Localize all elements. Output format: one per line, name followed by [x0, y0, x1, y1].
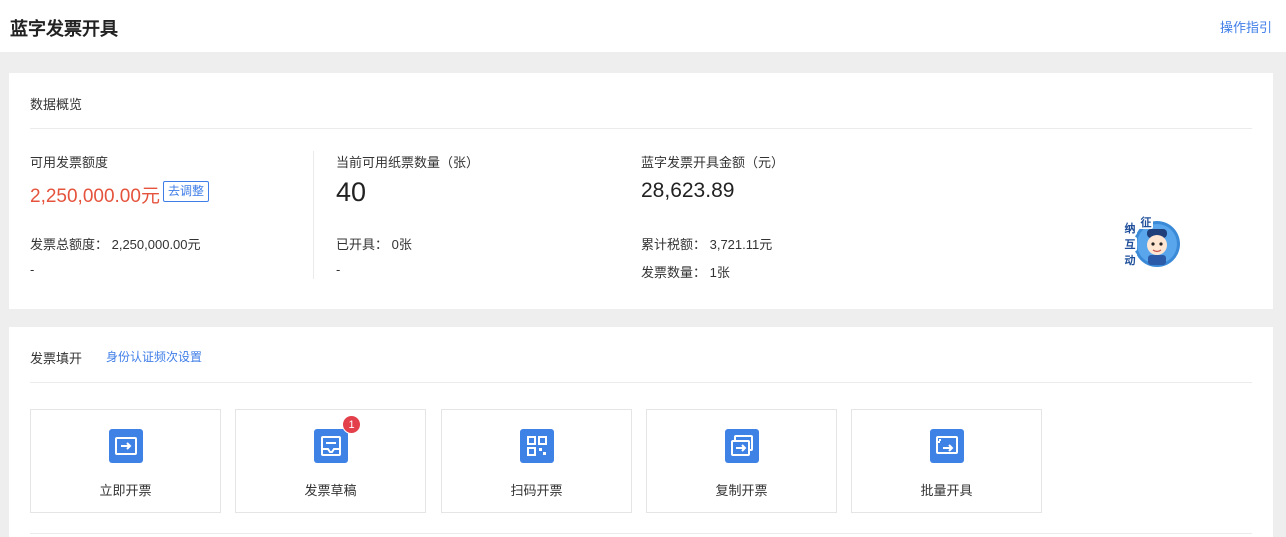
quota-label: 可用发票额度 — [30, 155, 109, 170]
paper-extra: - — [336, 262, 341, 277]
ticket-arrow-icon — [109, 429, 143, 463]
overview-card: 数据概览 可用发票额度 2,250,000.00元 去调整 发票总额度： 2,2… — [9, 73, 1273, 309]
draft-count-badge: 1 — [342, 415, 361, 434]
divider — [30, 128, 1252, 129]
amount-value: 28,623.89 — [641, 179, 735, 202]
paper-label: 当前可用纸票数量（张） — [336, 155, 480, 170]
tile-label: 批量开具 — [920, 483, 973, 498]
tax-mascot-icon[interactable]: 征 纳 互 动 — [1121, 213, 1183, 275]
identity-frequency-link[interactable]: 身份认证频次设置 — [106, 348, 202, 365]
tile-issue-now[interactable]: 立即开票 — [30, 409, 221, 513]
svg-text:征: 征 — [1141, 215, 1152, 229]
paper-value: 40 — [336, 177, 367, 207]
tile-label: 复制开票 — [715, 483, 768, 498]
copy-ticket-icon — [725, 429, 759, 463]
page-title: 蓝字发票开具 — [10, 19, 118, 39]
qr-code-icon — [520, 429, 554, 463]
svg-text:纳: 纳 — [1125, 221, 1136, 235]
filling-card: 发票填开 身份认证频次设置 立即开票 1 发票草稿 扫码开票 复制开票 批量开具 — [9, 327, 1273, 537]
top-bar: 蓝字发票开具 操作指引 — [0, 0, 1286, 52]
amount-label: 蓝字发票开具金额（元） — [641, 155, 785, 170]
tile-draft[interactable]: 1 发票草稿 — [235, 409, 426, 513]
amount-tax-line: 累计税额： 3,721.11元 — [641, 237, 773, 252]
overview-title: 数据概览 — [30, 97, 83, 112]
svg-text:动: 动 — [1125, 253, 1136, 267]
amount-count-line: 发票数量： 1张 — [641, 265, 730, 280]
tile-scan[interactable]: 扫码开票 — [441, 409, 632, 513]
guide-link[interactable]: 操作指引 — [1220, 17, 1272, 36]
quota-extra: - — [30, 262, 35, 277]
paper-issued-line: 已开具： 0张 — [336, 237, 412, 252]
quota-value: 2,250,000.00元 — [30, 186, 160, 207]
tile-batch[interactable]: 批量开具 — [851, 409, 1042, 513]
quota-total-line: 发票总额度： 2,250,000.00元 — [30, 237, 201, 252]
divider — [30, 533, 1252, 534]
column-separator — [313, 151, 314, 279]
draft-tray-icon — [314, 429, 348, 463]
tile-label: 扫码开票 — [510, 483, 563, 498]
batch-ticket-icon — [930, 429, 964, 463]
divider — [30, 382, 1252, 383]
tile-label: 发票草稿 — [304, 483, 357, 498]
tile-label: 立即开票 — [99, 483, 152, 498]
filling-title: 发票填开 — [30, 351, 83, 366]
tile-copy[interactable]: 复制开票 — [646, 409, 837, 513]
svg-text:互: 互 — [1125, 238, 1136, 251]
adjust-quota-button[interactable]: 去调整 — [163, 181, 210, 202]
